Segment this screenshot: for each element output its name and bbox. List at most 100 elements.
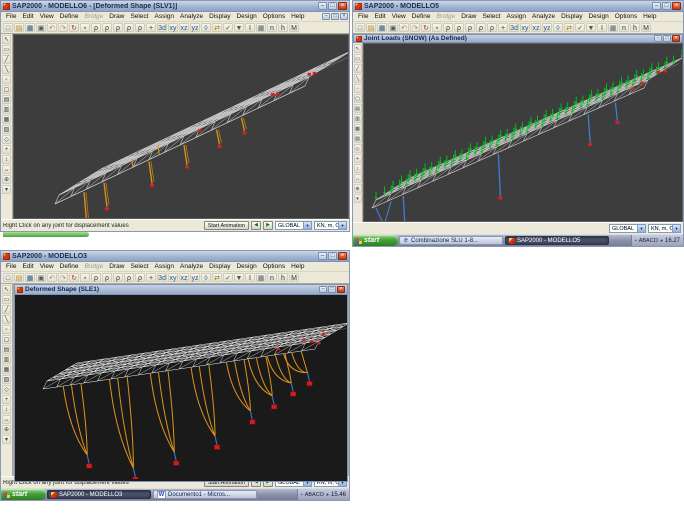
- save-icon[interactable]: ▦: [25, 273, 35, 282]
- tray-network-icon[interactable]: ▪: [635, 238, 637, 244]
- view-yz-icon[interactable]: yz: [190, 273, 200, 282]
- taskbar-button[interactable]: SAP2000 - MODELLO5: [505, 236, 609, 245]
- redo-icon[interactable]: ↷: [58, 23, 68, 32]
- show-moment-icon[interactable]: M: [289, 23, 299, 32]
- snap-intersections-icon[interactable]: ⊕: [2, 425, 11, 434]
- maximize-button[interactable]: □: [662, 2, 671, 10]
- start-animation-button[interactable]: Start Animation: [204, 221, 249, 230]
- snap-joints-icon[interactable]: ◇: [2, 385, 11, 394]
- redo-icon[interactable]: ↷: [410, 23, 420, 32]
- zoom-out-icon[interactable]: ρ: [135, 273, 145, 282]
- view-xy-icon[interactable]: xy: [168, 273, 178, 282]
- shrink-elements-icon[interactable]: ⇄: [212, 273, 222, 282]
- snap-joints-icon[interactable]: ◇: [354, 144, 362, 153]
- restore-full-view-icon[interactable]: ρ: [102, 23, 112, 32]
- menu-item[interactable]: Help: [288, 13, 307, 20]
- menu-item[interactable]: Design: [233, 263, 259, 270]
- previous-zoom-icon[interactable]: ρ: [113, 23, 123, 32]
- tray-network-icon[interactable]: ▪: [301, 492, 303, 498]
- menu-item[interactable]: Define: [57, 263, 82, 270]
- menu-item[interactable]: File: [3, 13, 19, 20]
- draw-poly-area-icon[interactable]: ▧: [354, 134, 362, 143]
- shrink-elements-icon[interactable]: ⇄: [212, 23, 222, 32]
- new-model-icon[interactable]: □: [3, 273, 13, 282]
- menu-item[interactable]: Draw: [106, 263, 127, 270]
- set-display-options-icon[interactable]: ✓: [223, 273, 233, 282]
- new-model-icon[interactable]: □: [355, 23, 365, 32]
- menu-item[interactable]: Select: [479, 13, 503, 20]
- draw-area-icon[interactable]: ▤: [2, 95, 11, 104]
- snap-intersections-icon[interactable]: ⊕: [354, 184, 362, 193]
- menu-item[interactable]: View: [37, 13, 57, 20]
- quick-draw-frame-icon[interactable]: ▢: [2, 335, 11, 344]
- minimize-button[interactable]: –: [318, 2, 327, 10]
- snap-midpoints-icon[interactable]: +: [2, 395, 11, 404]
- view-xy-icon[interactable]: xy: [168, 23, 178, 32]
- snap-lines-icon[interactable]: ↔: [354, 174, 362, 183]
- view-yz-icon[interactable]: yz: [542, 23, 552, 32]
- rubber-band-zoom-icon[interactable]: ρ: [443, 23, 453, 32]
- taskbar-button[interactable]: W Documento1 - Micros...: [153, 490, 257, 499]
- draw-joint-icon[interactable]: ▫: [2, 75, 11, 84]
- assign-menu-icon[interactable]: ▼: [586, 23, 596, 32]
- lock-model-icon[interactable]: ▪: [80, 23, 90, 32]
- snap-h-icon[interactable]: h: [278, 273, 288, 282]
- quick-draw-area-icon[interactable]: ▥: [2, 105, 11, 114]
- perspective-toggle-icon[interactable]: ◊: [553, 23, 563, 32]
- maximize-button[interactable]: □: [328, 252, 337, 260]
- show-undeformed-icon[interactable]: ▦: [256, 23, 266, 32]
- select-pointer-icon[interactable]: ↖: [354, 44, 362, 53]
- lock-model-icon[interactable]: ▪: [80, 273, 90, 282]
- view-xy-icon[interactable]: xy: [520, 23, 530, 32]
- draw-brace-icon[interactable]: ╲: [2, 65, 11, 74]
- snap-perpendicular-icon[interactable]: ↕: [2, 155, 11, 164]
- refresh-window-icon[interactable]: ↻: [69, 23, 79, 32]
- taskbar-button[interactable]: e Combinazione SLU 1-8...: [399, 236, 503, 245]
- child-close-button[interactable]: ×: [340, 13, 348, 20]
- menu-item[interactable]: Assign: [152, 13, 178, 20]
- refresh-window-icon[interactable]: ↻: [421, 23, 431, 32]
- joint-loads-child-titlebar[interactable]: Joint Loads (SNOW) (As Defined) – □ ×: [353, 34, 683, 43]
- model-viewport-a[interactable]: N: [13, 34, 349, 219]
- quick-draw-frame-icon[interactable]: ▢: [2, 85, 11, 94]
- draw-poly-area-icon[interactable]: ▧: [2, 125, 11, 134]
- zoom-in-icon[interactable]: ρ: [124, 273, 134, 282]
- shrink-elements-icon[interactable]: ⇄: [564, 23, 574, 32]
- menu-item[interactable]: Analyze: [529, 13, 558, 20]
- show-undeformed-icon[interactable]: ▦: [608, 23, 618, 32]
- snap-intersections-icon[interactable]: ⊕: [2, 175, 11, 184]
- tray-volume-icon[interactable]: ●: [660, 238, 663, 244]
- menu-item[interactable]: Options: [260, 13, 288, 20]
- assign-menu-icon[interactable]: ▼: [234, 23, 244, 32]
- snap-h-icon[interactable]: h: [630, 23, 640, 32]
- view-3d-icon[interactable]: 3d: [157, 23, 167, 32]
- print-icon[interactable]: ▣: [36, 273, 46, 282]
- minimize-button[interactable]: –: [652, 2, 661, 10]
- restore-full-view-icon[interactable]: ρ: [454, 23, 464, 32]
- units-select[interactable]: KN, m, C▾: [314, 221, 347, 230]
- snap-midpoints-icon[interactable]: +: [2, 145, 11, 154]
- snap-n-icon[interactable]: n: [267, 273, 277, 282]
- menu-item[interactable]: Bridge: [81, 263, 106, 270]
- model-viewport-b[interactable]: N: [363, 43, 683, 222]
- draw-rect-area-icon[interactable]: ▦: [2, 365, 11, 374]
- zoom-in-icon[interactable]: ρ: [124, 23, 134, 32]
- window-a-titlebar[interactable]: SAP2000 - MODELLO6 - [Deformed Shape (SL…: [1, 1, 349, 12]
- draw-poly-area-icon[interactable]: ▧: [2, 375, 11, 384]
- save-icon[interactable]: ▦: [25, 23, 35, 32]
- child-close-button[interactable]: ×: [672, 35, 680, 42]
- start-button[interactable]: start: [353, 235, 398, 246]
- undo-icon[interactable]: ↶: [47, 273, 57, 282]
- pan-icon[interactable]: +: [146, 273, 156, 282]
- menu-item[interactable]: Analyze: [177, 13, 206, 20]
- menu-item[interactable]: Design: [585, 13, 611, 20]
- select-pointer-icon[interactable]: ↖: [2, 285, 11, 294]
- select-pointer-icon[interactable]: ↖: [2, 35, 11, 44]
- snap-n-icon[interactable]: n: [619, 23, 629, 32]
- window-c-titlebar[interactable]: SAP2000 - MODELLO3 – □ ×: [1, 251, 349, 262]
- menu-item[interactable]: Define: [57, 13, 82, 20]
- menu-item[interactable]: Help: [288, 263, 307, 270]
- menu-item[interactable]: Assign: [504, 13, 530, 20]
- pan-icon[interactable]: +: [146, 23, 156, 32]
- assign-menu-icon[interactable]: ▼: [234, 273, 244, 282]
